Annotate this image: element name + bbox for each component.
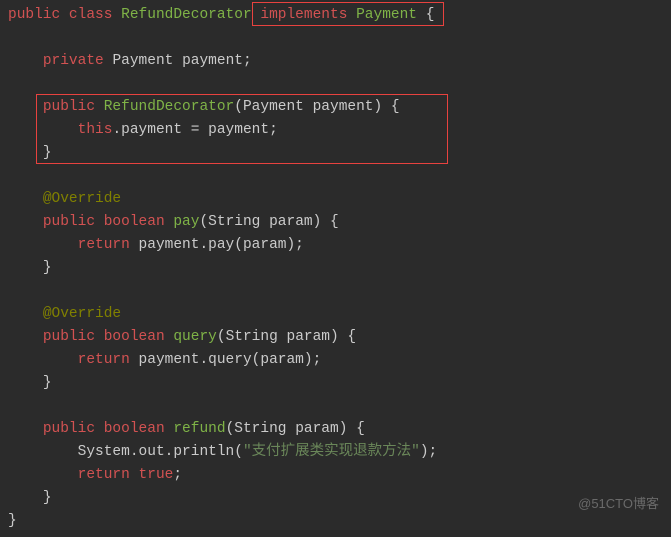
keyword-boolean: boolean	[104, 329, 165, 345]
param-type: String	[208, 214, 260, 230]
annotation: @Override	[43, 191, 121, 207]
brace: }	[43, 145, 52, 161]
paren-brace: ) {	[339, 421, 365, 437]
assignment: .payment = payment;	[112, 122, 277, 138]
type: Payment	[112, 53, 173, 69]
keyword-boolean: boolean	[104, 214, 165, 230]
keyword-private: private	[43, 53, 104, 69]
method-name: query	[173, 329, 217, 345]
param-name: param	[269, 214, 313, 230]
keyword-return: return	[78, 237, 130, 253]
call: payment.query(param);	[130, 352, 321, 368]
constructor-name: RefundDecorator	[104, 99, 235, 115]
keyword-public: public	[43, 99, 95, 115]
keyword-public: public	[8, 7, 60, 23]
keyword-public: public	[43, 329, 95, 345]
call: payment.pay(param);	[130, 237, 304, 253]
param-type: String	[234, 421, 286, 437]
brace: }	[43, 490, 52, 506]
keyword-boolean: boolean	[104, 421, 165, 437]
paren: (	[217, 329, 226, 345]
string-literal: "支付扩展类实现退款方法"	[243, 444, 420, 460]
semicolon: ;	[243, 53, 252, 69]
paren: (	[226, 421, 235, 437]
code-block: public class RefundDecorator implements …	[0, 0, 671, 537]
paren: (	[199, 214, 208, 230]
keyword-return: return	[78, 352, 130, 368]
keyword-return: return	[78, 467, 130, 483]
field-name: payment	[182, 53, 243, 69]
watermark: @51CTO博客	[578, 492, 659, 515]
keyword-public: public	[43, 421, 95, 437]
class-name: RefundDecorator	[121, 7, 252, 23]
annotation: @Override	[43, 306, 121, 322]
brace: }	[43, 260, 52, 276]
paren: (	[234, 99, 243, 115]
brace: }	[8, 513, 17, 529]
brace: }	[43, 375, 52, 391]
param-type: Payment	[243, 99, 304, 115]
param-name: param	[295, 421, 339, 437]
interface-name: Payment	[356, 7, 417, 23]
param-name: payment	[313, 99, 374, 115]
paren-brace: ) {	[330, 329, 356, 345]
param-name: param	[287, 329, 331, 345]
param-type: String	[226, 329, 278, 345]
paren-semi: );	[420, 444, 437, 460]
paren-brace: ) {	[313, 214, 339, 230]
keyword-true: true	[139, 467, 174, 483]
method-name: refund	[173, 421, 225, 437]
keyword-this: this	[78, 122, 113, 138]
keyword-class: class	[69, 7, 113, 23]
keyword-implements: implements	[260, 7, 347, 23]
keyword-public: public	[43, 214, 95, 230]
semicolon: ;	[173, 467, 182, 483]
println-call: System.out.println(	[78, 444, 243, 460]
brace: {	[426, 7, 435, 23]
paren-brace: ) {	[374, 99, 400, 115]
method-name: pay	[173, 214, 199, 230]
